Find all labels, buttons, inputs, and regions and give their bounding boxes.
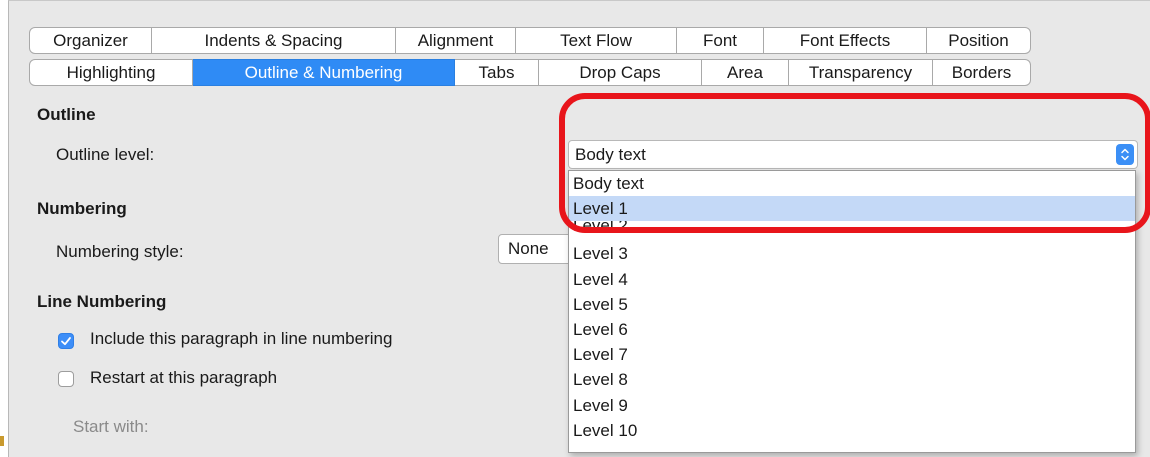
dropdown-option[interactable]: Level 3 <box>569 241 1135 266</box>
outline-level-label: Outline level: <box>56 145 155 164</box>
numbering-style-label: Numbering style: <box>56 242 184 261</box>
dropdown-option[interactable]: Level 10 <box>569 418 1135 443</box>
include-line-numbering-label[interactable]: Include this paragraph in line numbering <box>90 329 392 349</box>
checkmark-icon <box>61 337 71 346</box>
dropdown-option[interactable]: Level 5 <box>569 292 1135 317</box>
tab-row-top: Organizer Indents & Spacing Alignment Te… <box>29 27 1131 54</box>
tab-organizer[interactable]: Organizer <box>29 27 152 54</box>
restart-paragraph-label[interactable]: Restart at this paragraph <box>90 368 277 388</box>
dropdown-option[interactable]: Level 6 <box>569 317 1135 342</box>
tab-transparency[interactable]: Transparency <box>789 59 933 86</box>
restart-paragraph-checkbox[interactable] <box>58 371 74 387</box>
dropdown-option[interactable]: Level 8 <box>569 367 1135 392</box>
up-down-chevron-icon <box>1121 148 1129 161</box>
tab-area[interactable]: Area <box>702 59 789 86</box>
tab-font[interactable]: Font <box>677 27 764 54</box>
dropdown-option[interactable]: Level 4 <box>569 267 1135 292</box>
tab-borders[interactable]: Borders <box>933 59 1031 86</box>
tab-tabs[interactable]: Tabs <box>455 59 539 86</box>
start-with-label: Start with: <box>73 417 149 436</box>
line-numbering-section-title: Line Numbering <box>37 292 167 311</box>
tab-row-bottom: Highlighting Outline & Numbering Tabs Dr… <box>29 59 1131 86</box>
numbering-style-value: None <box>508 239 549 258</box>
tab-position[interactable]: Position <box>927 27 1031 54</box>
outline-level-dropdown: Body text Level 1 Level 2 Level 3 Level … <box>568 170 1136 453</box>
tab-highlighting[interactable]: Highlighting <box>29 59 193 86</box>
window-edge-mark <box>0 436 4 446</box>
tab-indents-spacing[interactable]: Indents & Spacing <box>152 27 396 54</box>
include-line-numbering-checkbox[interactable] <box>58 333 74 349</box>
dropdown-option[interactable]: Level 2 <box>569 221 1135 241</box>
tab-font-effects[interactable]: Font Effects <box>764 27 927 54</box>
tab-outline-numbering[interactable]: Outline & Numbering <box>193 59 455 86</box>
numbering-style-select[interactable]: None <box>498 234 578 264</box>
dropdown-option[interactable]: Level 7 <box>569 342 1135 367</box>
tab-drop-caps[interactable]: Drop Caps <box>539 59 702 86</box>
paragraph-dialog: Organizer Indents & Spacing Alignment Te… <box>8 0 1150 457</box>
outline-level-stepper[interactable] <box>1116 144 1134 165</box>
tab-alignment[interactable]: Alignment <box>396 27 516 54</box>
outline-level-value: Body text <box>575 145 646 164</box>
dropdown-option-highlighted[interactable]: Level 1 <box>569 196 1135 222</box>
dropdown-option[interactable]: Level 9 <box>569 393 1135 418</box>
tab-text-flow[interactable]: Text Flow <box>516 27 677 54</box>
outline-level-select[interactable]: Body text <box>568 140 1138 169</box>
outline-section-title: Outline <box>37 105 96 124</box>
numbering-section-title: Numbering <box>37 199 127 218</box>
dropdown-option[interactable]: Body text <box>569 171 1135 196</box>
